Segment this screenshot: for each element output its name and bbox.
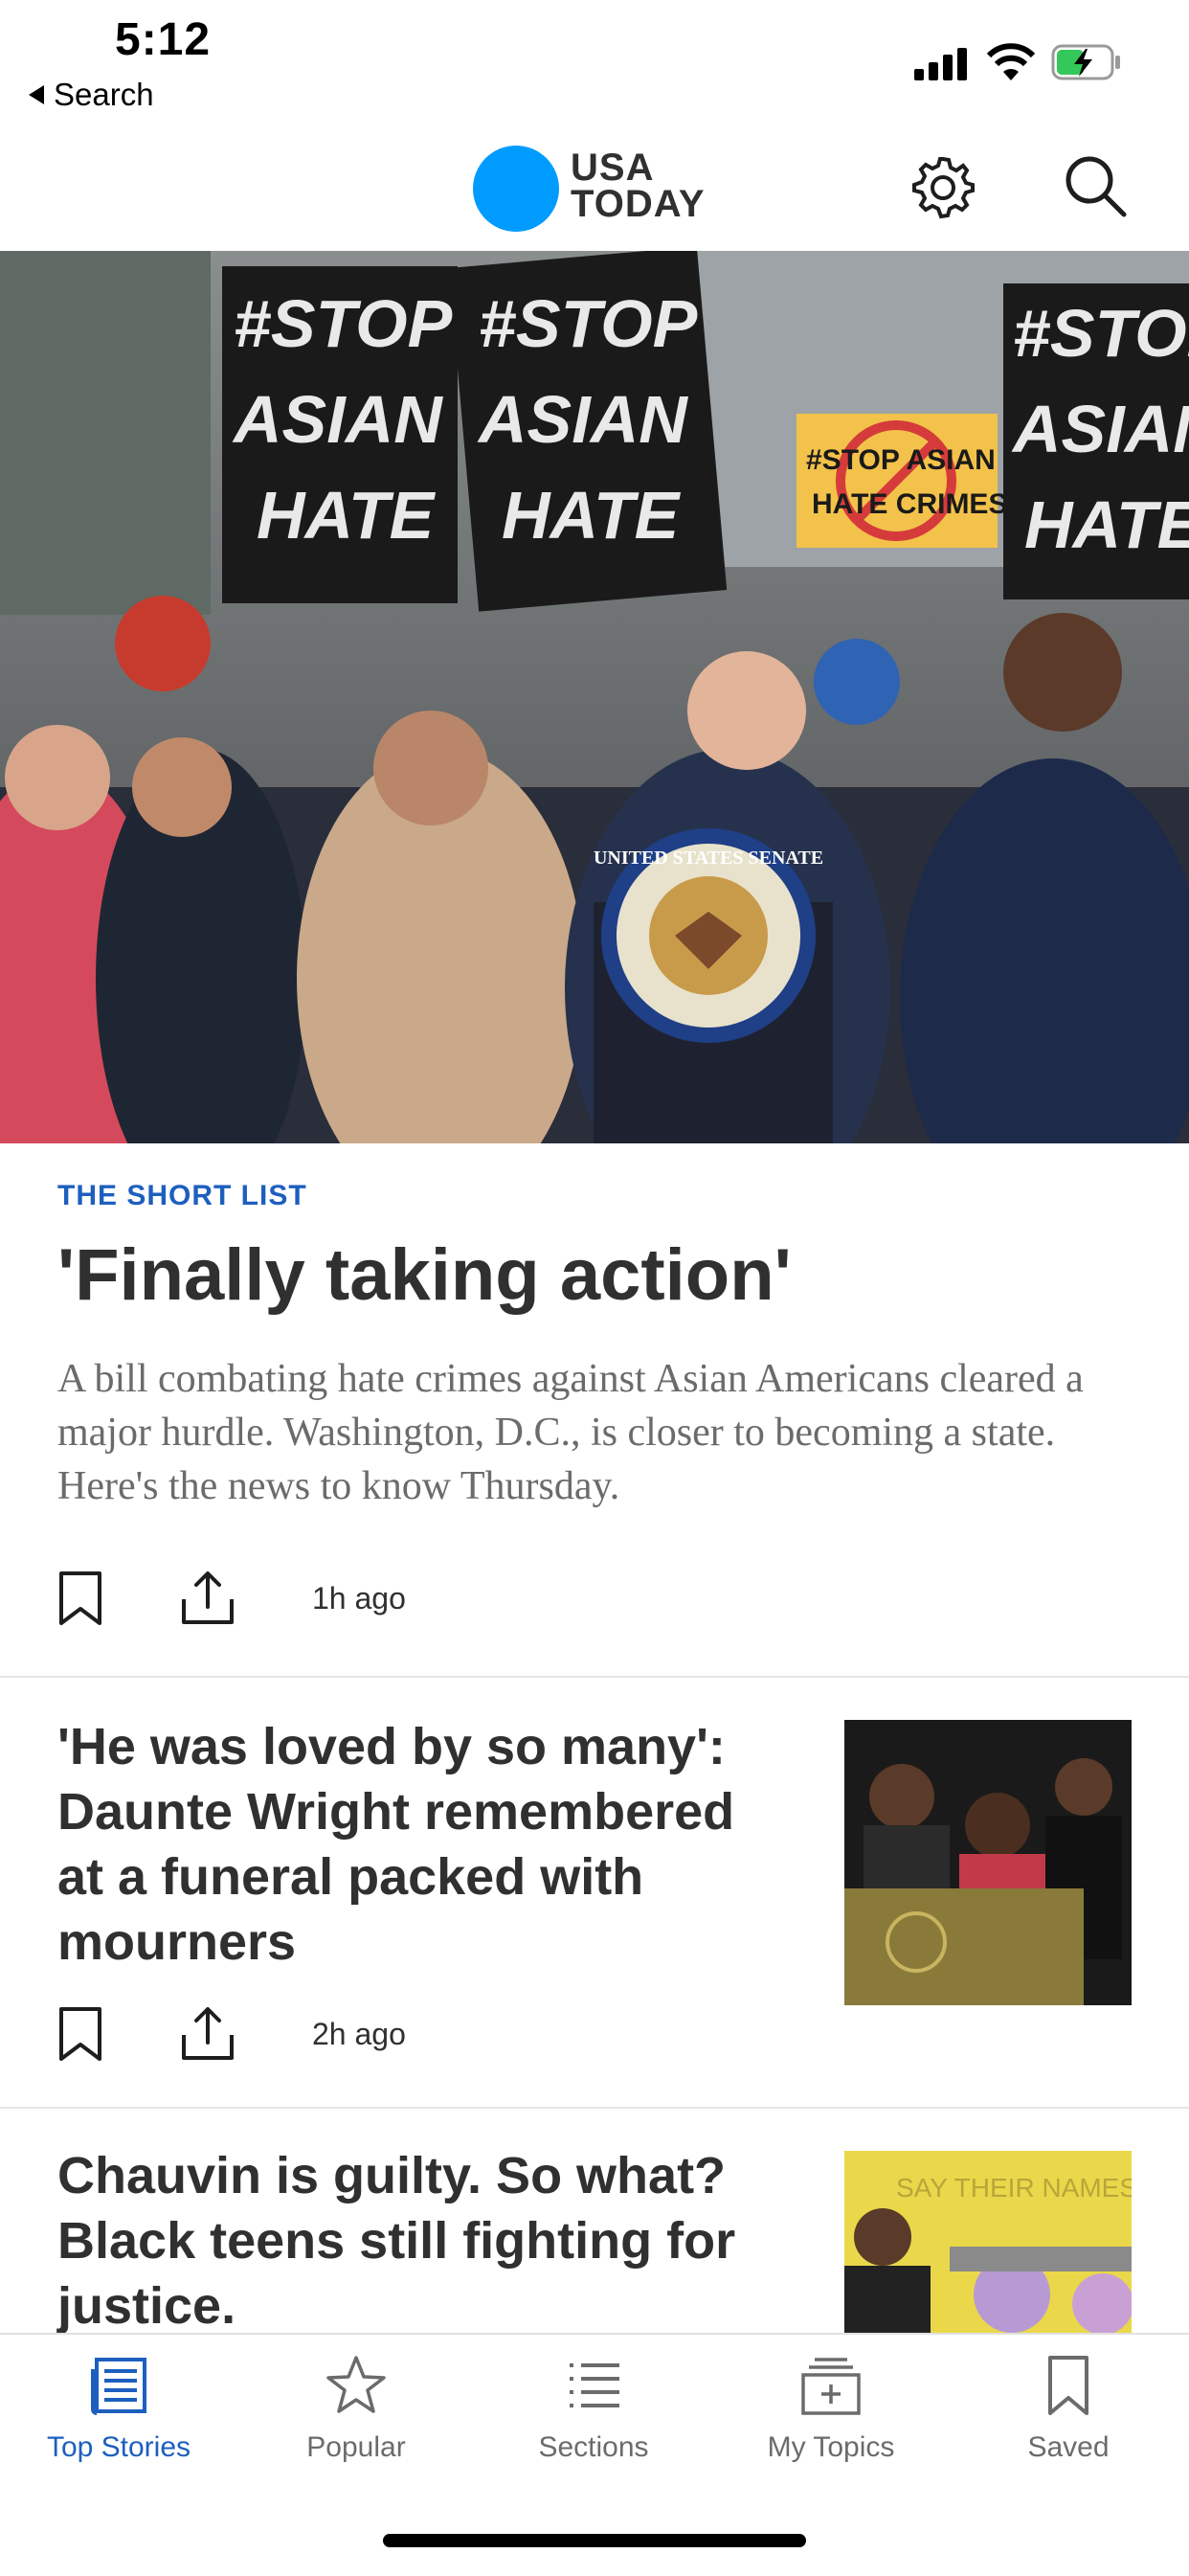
app-header: USA TODAY [0, 124, 1189, 251]
status-time: 5:12 [115, 14, 212, 65]
story-divider [0, 2107, 1189, 2109]
status-bar: 5:12 Search [0, 0, 1189, 124]
story-thumbnail[interactable] [844, 1720, 1132, 2005]
story-timestamp: 2h ago [312, 2016, 406, 2051]
lead-story-summary: A bill combating hate crimes against Asi… [57, 1357, 1084, 1508]
search-icon[interactable] [1063, 153, 1130, 220]
sign-text-line-2: ASIAN [232, 382, 443, 457]
bookmark-icon [1048, 2356, 1088, 2415]
share-icon[interactable] [180, 2006, 236, 2062]
tab-label: Top Stories [46, 2431, 191, 2463]
sign3-text-line-2: ASIAN [1011, 392, 1189, 466]
tab-saved[interactable]: Saved [950, 2354, 1187, 2464]
newspaper-icon [91, 2358, 146, 2415]
sign2-text-line-3: HATE [502, 478, 682, 553]
add-topic-icon [801, 2358, 861, 2415]
lead-story-timestamp: 1h ago [312, 1580, 406, 1616]
section-kicker[interactable]: THE SHORT LIST [57, 1180, 307, 1212]
story-thumbnail[interactable]: SAY THEIR NAMES [844, 2151, 1132, 2333]
tab-label: Sections [538, 2431, 649, 2463]
tab-label: My Topics [767, 2431, 895, 2463]
back-arrow-icon [29, 85, 44, 104]
cellular-signal-icon [914, 48, 967, 80]
lead-story-headline[interactable]: 'Finally taking action' [57, 1233, 792, 1317]
wifi-icon [986, 43, 1036, 80]
tab-sections[interactable]: Sections [475, 2354, 712, 2464]
story-divider [0, 1676, 1189, 1678]
share-icon[interactable] [180, 1570, 236, 1626]
bookmark-icon[interactable] [57, 1570, 103, 1626]
sign-text-line-3: HATE [257, 478, 437, 553]
sign-text-line-1: #STOP [234, 286, 453, 361]
small-sign-line-1: #STOP ASIAN [806, 444, 996, 476]
back-label: Search [54, 77, 154, 112]
tab-label: Saved [1027, 2431, 1110, 2463]
usa-today-logo: USA TODAY [571, 147, 706, 225]
bookmark-icon[interactable] [57, 2006, 103, 2062]
settings-gear-icon[interactable] [909, 153, 976, 220]
tab-top-stories[interactable]: Top Stories [0, 2354, 237, 2464]
list-icon [570, 2363, 619, 2407]
lead-story-photo[interactable]: #STOP ASIAN HATE #STOP ASIAN HATE #STOP … [0, 251, 1189, 1143]
sign3-text-line-3: HATE [1024, 487, 1189, 562]
logo-line-1: USA [571, 147, 655, 189]
lead-story-actions: 1h ago [57, 1570, 406, 1626]
small-sign-line-2: HATE CRIMES [812, 488, 1007, 520]
sign2-text-line-1: #STOP [479, 286, 698, 361]
story-actions: 2h ago [57, 2006, 406, 2062]
senate-seal-text: UNITED STATES SENATE [594, 847, 823, 869]
thumb-mural-text: SAY THEIR NAMES [896, 2173, 1132, 2203]
star-icon [326, 2356, 386, 2413]
battery-charging-icon [1051, 44, 1120, 80]
home-indicator[interactable] [383, 2534, 806, 2547]
tab-popular[interactable]: Popular [237, 2354, 475, 2464]
story-headline[interactable]: 'He was loved by so many': Daunte Wright… [57, 1714, 785, 1975]
tab-my-topics[interactable]: My Topics [712, 2354, 950, 2464]
sign2-text-line-2: ASIAN [477, 382, 688, 457]
story-headline[interactable]: Chauvin is guilty. So what? Black teens … [57, 2143, 785, 2339]
usa-today-logo-dot [473, 146, 559, 232]
back-to-search-button[interactable]: Search [29, 77, 154, 113]
tab-label: Popular [306, 2431, 406, 2463]
logo-line-2: TODAY [571, 183, 706, 225]
sign3-text-line-1: #STOP [1013, 296, 1189, 371]
